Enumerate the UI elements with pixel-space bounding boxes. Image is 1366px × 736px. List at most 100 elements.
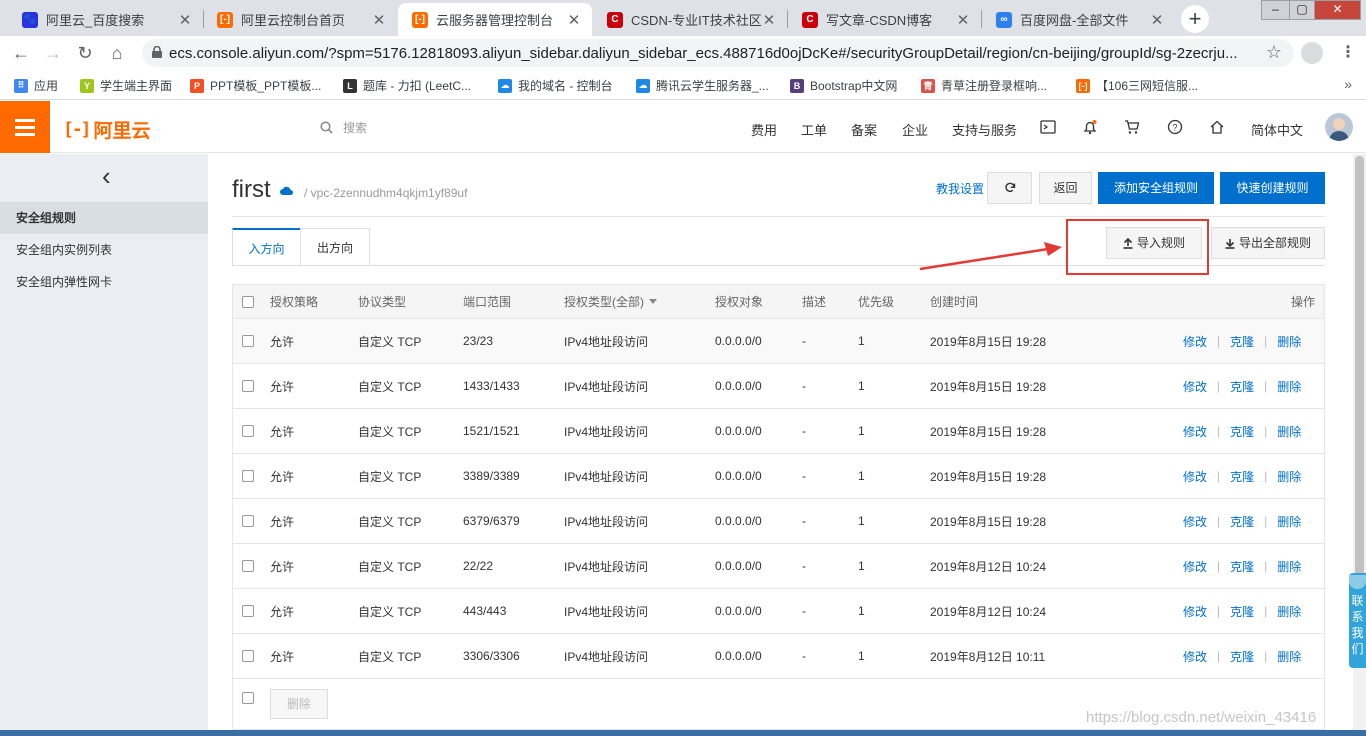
browser-tab[interactable]: C CSDN-专业IT技术社区 ✕ — [593, 3, 787, 36]
browser-profile-icon[interactable] — [1301, 42, 1323, 64]
row-checkbox[interactable] — [242, 544, 254, 588]
browser-tab[interactable]: 🐾 阿里云_百度搜索 ✕ — [8, 3, 203, 36]
edit-link[interactable]: 修改 — [1183, 333, 1207, 350]
edit-link[interactable]: 修改 — [1183, 423, 1207, 440]
delete-link[interactable]: 删除 — [1277, 648, 1301, 665]
aliyun-logo[interactable]: [-] 阿里云 — [63, 116, 151, 143]
delete-link[interactable]: 删除 — [1277, 378, 1301, 395]
bookmarks-overflow-icon[interactable]: » — [1344, 76, 1352, 92]
nav-tickets[interactable]: 工单 — [801, 120, 827, 139]
row-checkbox[interactable] — [242, 634, 254, 678]
address-bar[interactable]: ecs.console.aliyun.com/?spm=5176.1281809… — [142, 39, 1294, 67]
clone-link[interactable]: 克隆 — [1230, 333, 1254, 350]
bookmark-item[interactable]: B Bootstrap中文网 — [790, 77, 897, 94]
home-icon[interactable] — [1209, 119, 1225, 135]
nav-enterprise[interactable]: 企业 — [902, 120, 928, 139]
clone-link[interactable]: 克隆 — [1230, 648, 1254, 665]
bookmark-item[interactable]: Y 学生端主界面 — [80, 77, 172, 94]
nav-support[interactable]: 支持与服务 — [952, 120, 1017, 139]
reload-icon[interactable]: ↻ — [72, 40, 98, 66]
clone-link[interactable]: 克隆 — [1230, 468, 1254, 485]
row-checkbox[interactable] — [242, 409, 254, 453]
bookmark-item[interactable]: ⠿ 应用 — [14, 77, 58, 94]
page-scrollbar-thumb[interactable] — [1355, 156, 1364, 576]
close-tab-icon[interactable]: ✕ — [1149, 11, 1165, 29]
nav-icp[interactable]: 备案 — [851, 120, 877, 139]
bookmark-item[interactable]: 青青草注册登录框响... — [921, 77, 1047, 94]
row-checkbox[interactable] — [242, 454, 254, 498]
browser-menu-icon[interactable]: ⋮ — [1340, 42, 1356, 62]
cart-icon[interactable] — [1124, 119, 1140, 135]
col-object: 授权对象 — [715, 295, 764, 309]
bookmark-star-icon[interactable]: ☆ — [1266, 42, 1282, 63]
bookmark-item[interactable]: P PPT模板_PPT模板... — [190, 77, 321, 94]
menu-icon[interactable] — [0, 101, 50, 153]
add-rule-button[interactable]: 添加安全组规则 — [1098, 172, 1214, 204]
close-tab-icon[interactable]: ✕ — [761, 11, 777, 29]
clone-link[interactable]: 克隆 — [1230, 513, 1254, 530]
bookmark-item[interactable]: L 题库 - 力扣 (LeetC... — [343, 77, 471, 94]
row-checkbox[interactable] — [242, 499, 254, 543]
back-arrow-icon[interactable]: ← — [8, 40, 34, 66]
tab-inbound[interactable]: 入方向 — [232, 228, 301, 266]
batch-delete-button[interactable]: 删除 — [270, 689, 328, 719]
close-tab-icon[interactable]: ✕ — [566, 11, 582, 29]
clone-link[interactable]: 克隆 — [1230, 423, 1254, 440]
bell-icon[interactable] — [1082, 119, 1098, 135]
sidebar-item-eni[interactable]: 安全组内弹性网卡 — [0, 266, 208, 298]
row-checkbox[interactable] — [242, 364, 254, 408]
nav-fees[interactable]: 费用 — [751, 120, 777, 139]
close-tab-icon[interactable]: ✕ — [955, 11, 971, 29]
clone-link[interactable]: 克隆 — [1230, 603, 1254, 620]
edit-link[interactable]: 修改 — [1183, 513, 1207, 530]
help-link[interactable]: 教我设置 — [936, 180, 984, 197]
bookmark-item[interactable]: [-] 【106三网短信服... — [1076, 77, 1198, 94]
maximize-button[interactable]: ▢ — [1289, 0, 1315, 20]
close-window-button[interactable]: ✕ — [1314, 0, 1361, 20]
col-auth-type-filter[interactable]: 授权类型(全部) — [564, 285, 657, 318]
delete-link[interactable]: 删除 — [1277, 333, 1301, 350]
chevron-left-icon[interactable]: ‹ — [102, 163, 111, 189]
row-checkbox[interactable] — [242, 319, 254, 363]
back-button[interactable]: 返回 — [1039, 172, 1092, 204]
forward-arrow-icon[interactable]: → — [40, 40, 66, 66]
contact-us-widget[interactable]: 联系我们 — [1349, 573, 1366, 668]
delete-link[interactable]: 删除 — [1277, 513, 1301, 530]
edit-link[interactable]: 修改 — [1183, 468, 1207, 485]
row-checkbox[interactable] — [242, 589, 254, 633]
language-switch[interactable]: 简体中文 — [1251, 120, 1303, 139]
refresh-button[interactable] — [987, 172, 1032, 204]
quick-create-button[interactable]: 快速创建规则 — [1220, 172, 1325, 204]
edit-link[interactable]: 修改 — [1183, 378, 1207, 395]
delete-link[interactable]: 删除 — [1277, 468, 1301, 485]
tab-outbound[interactable]: 出方向 — [300, 228, 370, 266]
close-tab-icon[interactable]: ✕ — [177, 11, 193, 29]
footer-select-checkbox[interactable] — [242, 679, 254, 717]
delete-link[interactable]: 删除 — [1277, 558, 1301, 575]
export-rules-button[interactable]: 导出全部规则 — [1211, 227, 1325, 259]
edit-link[interactable]: 修改 — [1183, 558, 1207, 575]
browser-tab[interactable]: [-] 云服务器管理控制台 ✕ — [398, 3, 592, 36]
new-tab-button[interactable]: + — [1181, 5, 1209, 33]
select-all-checkbox[interactable] — [242, 285, 254, 318]
delete-link[interactable]: 删除 — [1277, 423, 1301, 440]
terminal-icon[interactable] — [1040, 119, 1056, 135]
bookmark-item[interactable]: ☁ 腾讯云学生服务器_... — [636, 77, 769, 94]
sidebar-item-instances[interactable]: 安全组内实例列表 — [0, 234, 208, 266]
edit-link[interactable]: 修改 — [1183, 603, 1207, 620]
delete-link[interactable]: 删除 — [1277, 603, 1301, 620]
sidebar-item-rules[interactable]: 安全组规则 — [0, 202, 208, 234]
bookmark-item[interactable]: ☁ 我的域名 - 控制台 — [498, 77, 613, 94]
clone-link[interactable]: 克隆 — [1230, 378, 1254, 395]
user-avatar[interactable] — [1325, 113, 1353, 141]
edit-link[interactable]: 修改 — [1183, 648, 1207, 665]
search-box[interactable]: 搜索 — [320, 119, 367, 136]
browser-tab[interactable]: [-] 阿里云控制台首页 ✕ — [203, 3, 397, 36]
home-icon[interactable]: ⌂ — [104, 40, 130, 66]
clone-link[interactable]: 克隆 — [1230, 558, 1254, 575]
browser-tab[interactable]: C 写文章-CSDN博客 ✕ — [788, 3, 981, 36]
close-tab-icon[interactable]: ✕ — [371, 11, 387, 29]
browser-tab[interactable]: ∞ 百度网盘-全部文件 ✕ — [982, 3, 1175, 36]
minimize-button[interactable]: – — [1261, 0, 1290, 20]
help-icon[interactable]: ? — [1167, 119, 1183, 135]
